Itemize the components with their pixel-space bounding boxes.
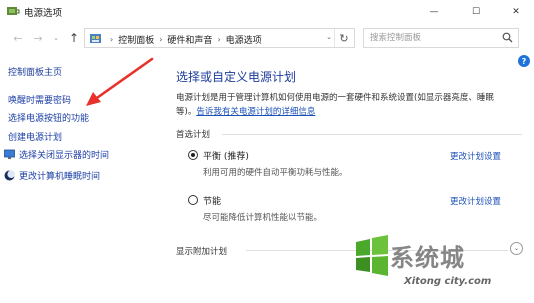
window-title: 电源选项 bbox=[24, 8, 63, 19]
back-arrow-icon: ← bbox=[13, 31, 23, 45]
plan-radio-power-saver[interactable] bbox=[188, 195, 198, 205]
power-options-icon bbox=[7, 7, 20, 15]
back-button[interactable]: ← bbox=[10, 30, 26, 46]
refresh-icon: ↻ bbox=[339, 31, 349, 45]
sidebar-item-label: 唤醒时需要密码 bbox=[8, 96, 72, 106]
minimize-icon: — bbox=[429, 6, 439, 17]
help-button[interactable]: ? bbox=[518, 55, 530, 67]
sidebar-item-label: 创建电源计划 bbox=[8, 133, 63, 143]
watermark-text: 系统城 bbox=[390, 243, 465, 272]
page-description: 电源计划是用于管理计算机如何使用电源的一套硬件和系统设置(如显示器亮度、睡眠 等… bbox=[176, 91, 524, 119]
chevron-down-icon: ⌄ bbox=[53, 34, 59, 42]
description-text: 电源计划是用于管理计算机如何使用电源的一套硬件和系统设置(如显示器亮度、睡眠 bbox=[176, 93, 494, 103]
breadcrumb-power-options[interactable]: 电源选项 bbox=[226, 33, 262, 46]
navigation-bar: ← → ⌄ ↑ › 控制面板 › 硬件和声音 › 电源选项 ⌄ ↻ bbox=[0, 23, 534, 53]
divider bbox=[222, 134, 522, 135]
plan-description: 尽可能降低计算机性能以节能。 bbox=[203, 213, 323, 223]
breadcrumb-separator: › bbox=[110, 35, 114, 44]
recent-locations-button[interactable]: ⌄ bbox=[48, 30, 64, 46]
watermark: 系统城 Xitong city.com bbox=[352, 232, 532, 302]
watermark-logo-icon bbox=[356, 235, 388, 276]
preferred-plans-header: 首选计划 bbox=[176, 130, 211, 140]
breadcrumb-separator: › bbox=[217, 35, 221, 44]
sidebar-item-create-plan[interactable]: 创建电源计划 bbox=[8, 130, 62, 143]
sidebar-item-sleep-time[interactable]: 更改计算机睡眠时间 bbox=[4, 169, 100, 182]
breadcrumb-control-panel[interactable]: 控制面板 bbox=[118, 33, 154, 46]
maximize-button[interactable]: ☐ bbox=[458, 0, 494, 23]
up-button[interactable]: ↑ bbox=[66, 30, 82, 46]
change-plan-settings-link[interactable]: 更改计划设置 bbox=[450, 150, 501, 162]
watermark-subtext: Xitong city.com bbox=[404, 276, 492, 287]
breadcrumb-hardware-sound[interactable]: 硬件和声音 bbox=[167, 33, 212, 46]
forward-arrow-icon: → bbox=[33, 31, 43, 45]
sidebar-item-require-password[interactable]: 唤醒时需要密码 bbox=[8, 93, 71, 106]
control-panel-icon bbox=[90, 34, 101, 43]
address-dropdown-icon[interactable]: ⌄ bbox=[326, 33, 332, 41]
title-bar: 电源选项 — ☐ ✕ bbox=[0, 0, 534, 23]
monitor-icon bbox=[4, 149, 15, 159]
sidebar-item-display-off[interactable]: 选择关闭显示器的时间 bbox=[4, 148, 109, 161]
plan-radio-balanced[interactable] bbox=[188, 150, 198, 160]
minimize-button[interactable]: — bbox=[416, 0, 452, 23]
up-arrow-icon: ↑ bbox=[68, 31, 80, 45]
maximize-icon: ☐ bbox=[471, 6, 481, 17]
sidebar-item-power-button[interactable]: 选择电源按钮的功能 bbox=[8, 111, 89, 124]
show-additional-plans-header: 显示附加计划 bbox=[176, 247, 228, 257]
forward-button[interactable]: → bbox=[30, 30, 46, 46]
sidebar-item-label: 控制面板主页 bbox=[8, 68, 63, 78]
change-plan-settings-link[interactable]: 更改计划设置 bbox=[450, 195, 501, 207]
help-icon: ? bbox=[521, 56, 527, 66]
power-plan-info-link[interactable]: 告诉我有关电源计划的详细信息 bbox=[196, 107, 315, 117]
address-bar[interactable]: › 控制面板 › 硬件和声音 › 电源选项 ⌄ ↻ bbox=[84, 28, 355, 48]
breadcrumb-separator: › bbox=[159, 35, 163, 44]
plan-description: 利用可用的硬件自动平衡功耗与性能。 bbox=[203, 168, 348, 178]
annotation-arrow-icon bbox=[86, 57, 154, 106]
sidebar-item-label: 选择电源按钮的功能 bbox=[8, 114, 90, 124]
breadcrumb: › 控制面板 › 硬件和声音 › 电源选项 bbox=[105, 33, 262, 46]
moon-icon bbox=[4, 170, 15, 181]
search-input[interactable] bbox=[370, 30, 502, 46]
search-box[interactable] bbox=[363, 28, 519, 48]
page-title: 选择或自定义电源计划 bbox=[176, 70, 297, 84]
sidebar-item-label: 更改计算机睡眠时间 bbox=[19, 172, 101, 182]
search-icon bbox=[502, 32, 513, 43]
close-button[interactable]: ✕ bbox=[498, 0, 534, 23]
refresh-button[interactable]: ↻ bbox=[334, 29, 353, 47]
sidebar-item-label: 选择关闭显示器的时间 bbox=[19, 151, 110, 161]
plan-name[interactable]: 平衡 (推荐) bbox=[203, 149, 249, 162]
description-text-2: 等)。 bbox=[176, 107, 197, 117]
sidebar-item-control-panel-home[interactable]: 控制面板主页 bbox=[8, 65, 62, 78]
close-icon: ✕ bbox=[512, 6, 520, 17]
plan-name[interactable]: 节能 bbox=[203, 194, 221, 207]
